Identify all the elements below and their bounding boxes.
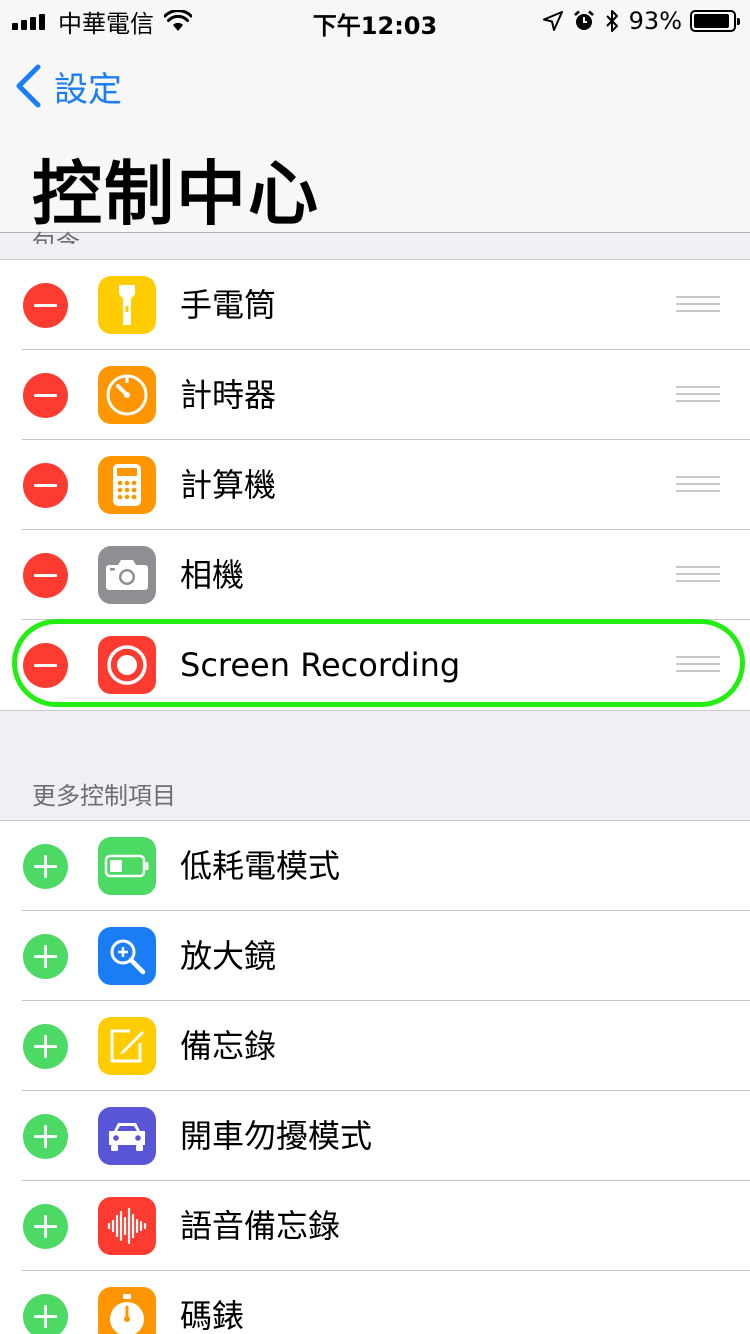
back-label: 設定 xyxy=(54,69,122,110)
add-button[interactable] xyxy=(23,934,68,979)
item-label: 相機 xyxy=(180,556,245,594)
list-item: 碼錶 xyxy=(0,1271,750,1334)
list-item: 語音備忘錄 xyxy=(0,1181,750,1271)
remove-button[interactable] xyxy=(23,373,68,418)
add-button[interactable] xyxy=(23,1294,68,1334)
stopwatch-icon xyxy=(98,1287,156,1334)
reorder-handle[interactable] xyxy=(676,476,720,494)
remove-button[interactable] xyxy=(23,283,68,328)
item-label: 手電筒 xyxy=(180,286,277,324)
add-button[interactable] xyxy=(23,1024,68,1069)
item-label: 碼錶 xyxy=(180,1297,245,1334)
add-button[interactable] xyxy=(23,844,68,889)
list-item: 計算機 xyxy=(0,440,750,530)
remove-button[interactable] xyxy=(23,553,68,598)
list-item: 開車勿擾模式 xyxy=(0,1091,750,1181)
list-item: 低耗電模式 xyxy=(0,821,750,911)
remove-button[interactable] xyxy=(23,643,68,688)
included-controls-list: 手電筒 計時器 計算機 相機 Screen Recording xyxy=(0,259,750,711)
reorder-handle[interactable] xyxy=(676,656,720,674)
list-item: 手電筒 xyxy=(0,260,750,350)
add-button[interactable] xyxy=(23,1114,68,1159)
section-header-include: 包含 xyxy=(32,230,80,244)
status-bar: 中華電信 下午12:03 93% xyxy=(0,0,750,40)
battery-percent: 93% xyxy=(628,7,682,35)
camera-icon xyxy=(98,546,156,604)
location-arrow-icon xyxy=(542,11,563,31)
navigation-bar: 設定 控制中心 xyxy=(0,40,750,235)
list-item: 相機 xyxy=(0,530,750,620)
add-button[interactable] xyxy=(23,1204,68,1249)
car-icon xyxy=(98,1107,156,1165)
battery-icon xyxy=(690,10,740,32)
reorder-handle[interactable] xyxy=(676,566,720,584)
alarm-clock-icon xyxy=(573,10,594,30)
section-header-more: 更多控制項目 xyxy=(32,782,176,810)
item-label: 低耗電模式 xyxy=(180,847,341,885)
item-label: 語音備忘錄 xyxy=(180,1207,341,1245)
item-label: 開車勿擾模式 xyxy=(180,1117,373,1155)
back-button[interactable]: 設定 xyxy=(14,62,122,110)
item-label: Screen Recording xyxy=(180,646,461,684)
notes-icon xyxy=(98,1017,156,1075)
item-label: 放大鏡 xyxy=(180,937,277,975)
low-power-battery-icon xyxy=(98,837,156,895)
list-item: 放大鏡 xyxy=(0,911,750,1001)
item-label: 計算機 xyxy=(180,466,277,504)
screen-recording-icon xyxy=(98,636,156,694)
chevron-left-icon xyxy=(16,64,41,108)
list-item: Screen Recording xyxy=(0,620,750,710)
remove-button[interactable] xyxy=(23,463,68,508)
bluetooth-icon xyxy=(605,10,618,32)
list-item: 備忘錄 xyxy=(0,1001,750,1091)
item-label: 備忘錄 xyxy=(180,1027,277,1065)
item-label: 計時器 xyxy=(180,376,277,414)
list-item: 計時器 xyxy=(0,350,750,440)
reorder-handle[interactable] xyxy=(676,296,720,314)
voice-memo-icon xyxy=(98,1197,156,1255)
flashlight-icon xyxy=(98,276,156,334)
magnifier-icon xyxy=(98,927,156,985)
more-controls-list: 低耗電模式 放大鏡 備忘錄 開車勿擾模式 語音備忘錄 碼錶 xyxy=(0,820,750,1334)
timer-icon xyxy=(98,366,156,424)
calculator-icon xyxy=(98,456,156,514)
reorder-handle[interactable] xyxy=(676,386,720,404)
